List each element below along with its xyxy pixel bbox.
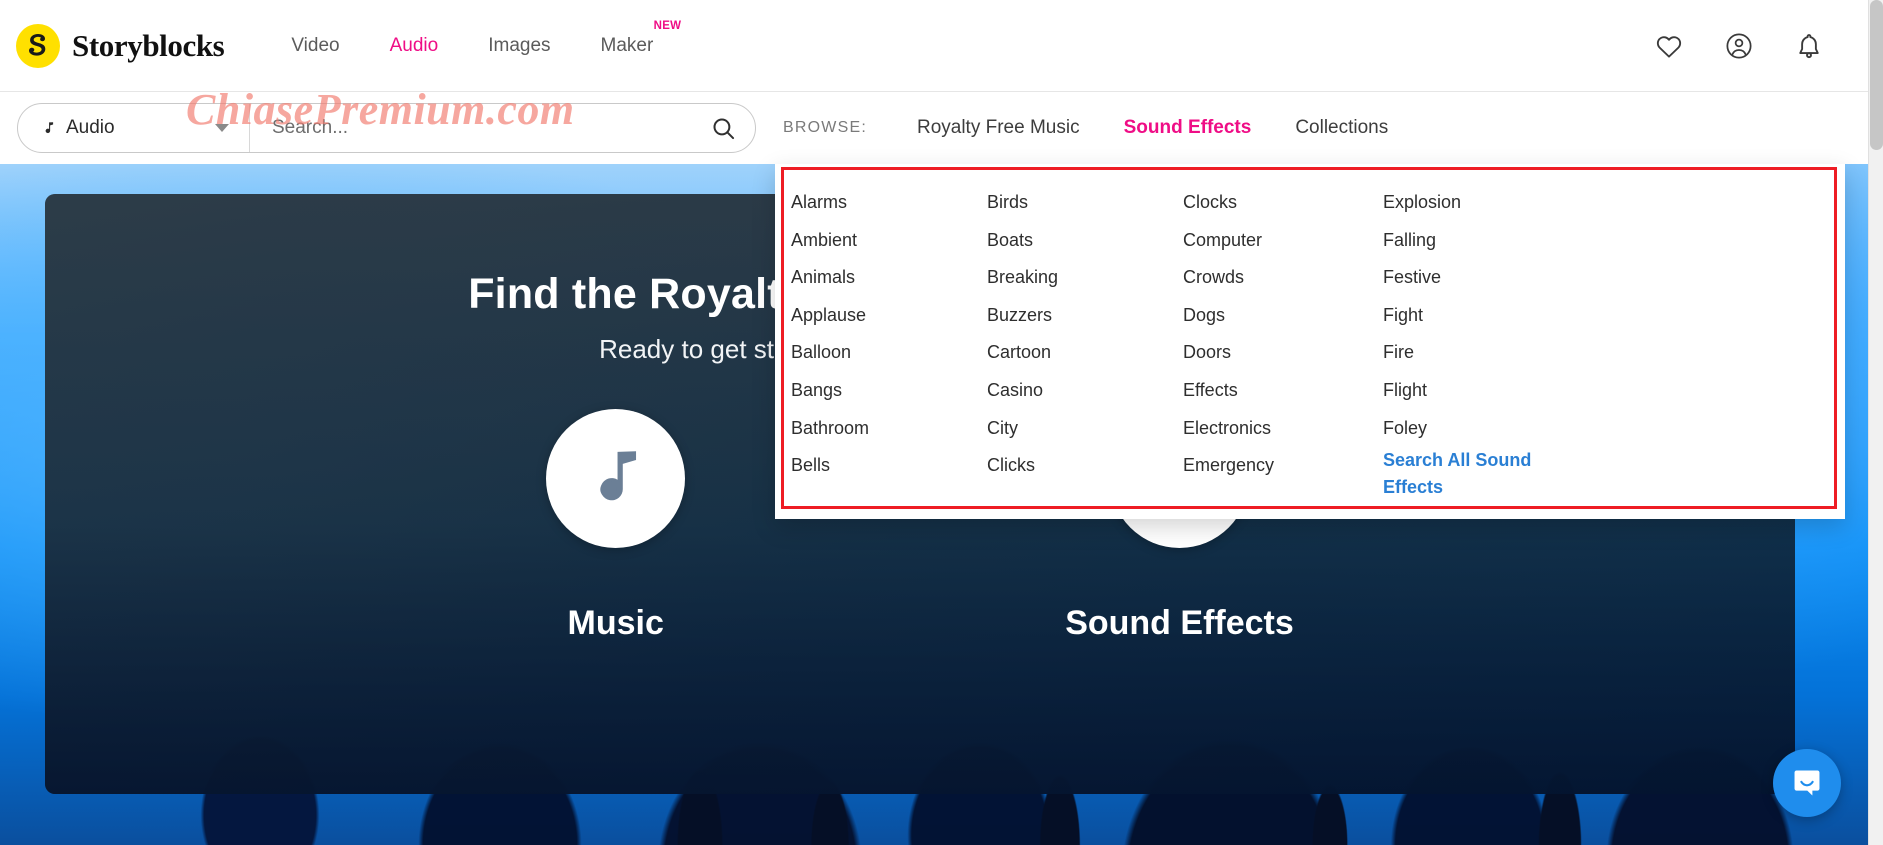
mega-item-explosion[interactable]: Explosion [1383, 184, 1579, 222]
mega-item-festive[interactable]: Festive [1383, 259, 1579, 297]
mega-item-city[interactable]: City [987, 410, 1183, 448]
mega-item-boats[interactable]: Boats [987, 222, 1183, 260]
brand-name: Storyblocks [72, 27, 225, 63]
mega-menu-column-2: Birds Boats Breaking Buzzers Cartoon Cas… [987, 184, 1183, 501]
browse-label: BROWSE: [783, 119, 867, 136]
search-all-sound-effects-link[interactable]: Search All Sound Effects [1383, 447, 1535, 501]
search-input-wrapper [250, 104, 755, 152]
chevron-down-icon [215, 124, 229, 132]
account-icon[interactable] [1723, 30, 1755, 62]
mega-menu-columns: Alarms Ambient Animals Applause Balloon … [775, 172, 1845, 505]
choice-music[interactable]: Music [546, 409, 686, 643]
music-note-icon [45, 121, 54, 133]
mega-item-clocks[interactable]: Clocks [1183, 184, 1383, 222]
mega-item-ambient[interactable]: Ambient [791, 222, 987, 260]
sound-effects-mega-menu: Alarms Ambient Animals Applause Balloon … [775, 164, 1845, 520]
search-type-select[interactable]: Audio [18, 104, 250, 152]
mega-menu-column-1: Alarms Ambient Animals Applause Balloon … [791, 184, 987, 501]
nav-link-maker[interactable]: Maker NEW [576, 20, 681, 63]
mega-item-applause[interactable]: Applause [791, 297, 987, 335]
browse-nav: BROWSE: Royalty Free Music Sound Effects… [783, 111, 1410, 145]
nav-link-video[interactable]: Video [266, 29, 364, 63]
storyblocks-s-icon [16, 23, 60, 68]
nav-link-maker-label: Maker [600, 34, 654, 56]
chat-bubble-icon[interactable] [1773, 749, 1841, 817]
mega-item-crowds[interactable]: Crowds [1183, 259, 1383, 297]
brand-logo[interactable]: Storyblocks [16, 23, 225, 68]
mega-item-dogs[interactable]: Dogs [1183, 297, 1383, 335]
mega-item-fight[interactable]: Fight [1383, 297, 1579, 335]
mega-item-bangs[interactable]: Bangs [791, 372, 987, 410]
search-icon[interactable] [710, 115, 737, 142]
mega-item-balloon[interactable]: Balloon [791, 334, 987, 372]
mega-item-animals[interactable]: Animals [791, 259, 987, 297]
choice-sound-effects-label: Sound Effects [1065, 604, 1294, 642]
music-choice-circle[interactable] [546, 409, 686, 548]
mega-item-flight[interactable]: Flight [1383, 372, 1579, 410]
mega-item-falling[interactable]: Falling [1383, 222, 1579, 260]
mega-item-bathroom[interactable]: Bathroom [791, 410, 987, 448]
browse-link-collections[interactable]: Collections [1273, 111, 1410, 145]
top-navigation-bar: Storyblocks Video Audio Images Maker NEW [0, 0, 1883, 91]
browse-link-royalty-free-music[interactable]: Royalty Free Music [895, 111, 1102, 145]
mega-item-doors[interactable]: Doors [1183, 334, 1383, 372]
mega-item-clicks[interactable]: Clicks [987, 447, 1183, 485]
primary-nav-links: Video Audio Images Maker NEW [266, 20, 681, 63]
heart-icon[interactable] [1653, 30, 1685, 62]
nav-icon-group [1653, 30, 1825, 62]
mega-item-birds[interactable]: Birds [987, 184, 1183, 222]
nav-link-audio[interactable]: Audio [365, 29, 464, 63]
page-scrollbar[interactable] [1868, 0, 1883, 845]
mega-item-electronics[interactable]: Electronics [1183, 410, 1383, 448]
mega-item-alarms[interactable]: Alarms [791, 184, 987, 222]
mega-item-breaking[interactable]: Breaking [987, 259, 1183, 297]
nav-link-images[interactable]: Images [463, 29, 575, 63]
mega-item-foley[interactable]: Foley [1383, 410, 1579, 448]
storyblocks-audio-page: Find the Royalty-free Stock Audio You Ne… [0, 0, 1883, 845]
mega-item-fire[interactable]: Fire [1383, 334, 1579, 372]
bell-icon[interactable] [1793, 30, 1825, 62]
mega-item-bells[interactable]: Bells [791, 447, 987, 485]
scrollbar-thumb[interactable] [1870, 0, 1883, 150]
browse-link-sound-effects[interactable]: Sound Effects [1102, 111, 1274, 145]
search-type-value: Audio [66, 117, 115, 138]
music-note-icon [599, 450, 636, 500]
search-input[interactable] [272, 117, 710, 139]
mega-item-emergency[interactable]: Emergency [1183, 447, 1383, 485]
mega-menu-column-4: Explosion Falling Festive Fight Fire Fli… [1383, 184, 1579, 501]
mega-item-buzzers[interactable]: Buzzers [987, 297, 1183, 335]
mega-item-cartoon[interactable]: Cartoon [987, 334, 1183, 372]
mega-item-effects[interactable]: Effects [1183, 372, 1383, 410]
new-badge: NEW [653, 19, 682, 32]
mega-menu-column-3: Clocks Computer Crowds Dogs Doors Effect… [1183, 184, 1383, 501]
search-box: Audio [17, 103, 756, 153]
choice-music-label: Music [567, 604, 664, 642]
search-and-browse-bar: Audio BROWSE: Royalty Free Music Sound E… [0, 91, 1883, 164]
mega-item-casino[interactable]: Casino [987, 372, 1183, 410]
mega-item-computer[interactable]: Computer [1183, 222, 1383, 260]
